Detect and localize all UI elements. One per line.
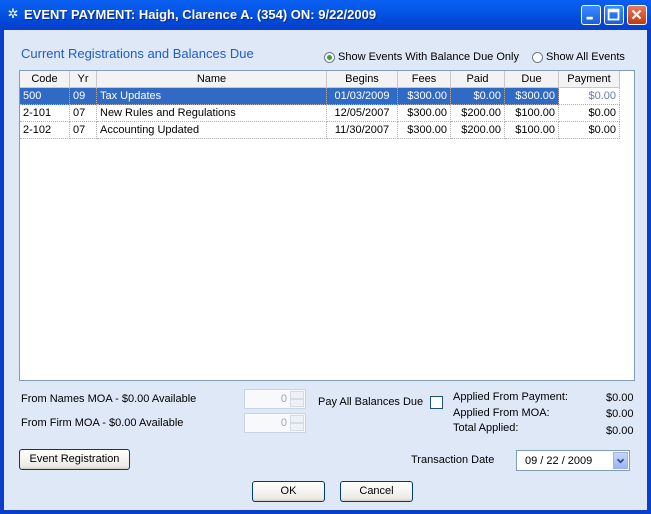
maximize-icon [607,8,620,21]
cell-paid: $0.00 [450,87,505,105]
col-header-due[interactable]: Due [504,71,559,88]
cell-name: Accounting Updated [96,121,327,139]
names-moa-label: From Names MOA - $0.00 Available [21,393,197,405]
firm-moa-label: From Firm MOA - $0.00 Available [21,417,184,429]
col-header-begins[interactable]: Begins [326,71,398,88]
cell-begins: 11/30/2007 [326,121,398,139]
registrations-table: Code Yr Name Begins Fees Paid Due Paymen… [20,71,620,139]
cell-name: Tax Updates [96,87,327,105]
col-header-name[interactable]: Name [96,71,327,88]
applied-from-payment-label: Applied From Payment: [453,391,568,403]
col-header-paid[interactable]: Paid [450,71,505,88]
cell-code: 2-101 [20,104,70,122]
cell-due: $100.00 [504,121,559,139]
event-payment-window: ✲ EVENT PAYMENT: Haigh, Clarence A. (354… [0,0,651,514]
cell-payment-input[interactable]: $0.00 [558,121,620,139]
cell-payment-input[interactable]: $0.00 [558,87,620,105]
col-header-payment[interactable]: Payment [558,71,620,88]
event-registration-button[interactable]: Event Registration [19,449,130,470]
window-title: EVENT PAYMENT: Haigh, Clarence A. (354) … [24,7,377,22]
radio-selected-icon [324,51,335,63]
transaction-date-picker[interactable]: 09 / 22 / 2009 [516,450,630,471]
cell-yr: 09 [69,87,97,105]
applied-from-moa-value: $0.00 [606,408,634,420]
grid-header-row: Code Yr Name Begins Fees Paid Due Paymen… [20,71,620,88]
title-bar[interactable]: ✲ EVENT PAYMENT: Haigh, Clarence A. (354… [0,0,651,30]
chevron-down-icon [616,458,625,464]
transaction-date-value: 09 / 22 / 2009 [525,455,593,467]
firm-moa-value: 0 [280,417,287,429]
radio-unselected-icon [532,51,543,63]
cell-name: New Rules and Regulations [96,104,327,122]
ok-button[interactable]: OK [252,481,325,502]
cell-paid: $200.00 [450,104,505,122]
all-events-radio-label: Show All Events [546,51,625,63]
all-events-radio[interactable]: Show All Events [532,51,625,63]
balance-due-radio[interactable]: Show Events With Balance Due Only [324,51,519,63]
cell-begins: 01/03/2009 [326,87,398,105]
dropdown-button[interactable] [613,452,628,469]
dialog-body: Current Registrations and Balances Due S… [4,30,647,510]
names-moa-stepper[interactable]: 0 [244,389,306,409]
cell-yr: 07 [69,104,97,122]
cell-fees: $300.00 [397,104,451,122]
section-title: Current Registrations and Balances Due [21,46,254,61]
cell-yr: 07 [69,121,97,139]
cell-code: 500 [20,87,70,105]
spin-up-icon[interactable] [290,415,304,423]
table-row[interactable]: 2-102 07 Accounting Updated 11/30/2007 $… [20,121,620,139]
applied-from-payment-value: $0.00 [606,392,634,404]
registrations-grid[interactable]: Code Yr Name Begins Fees Paid Due Paymen… [19,70,635,381]
applied-from-moa-label: Applied From MOA: [453,407,550,419]
spin-down-icon[interactable] [290,423,304,431]
col-header-fees[interactable]: Fees [397,71,451,88]
cell-paid: $200.00 [450,121,505,139]
gear-icon: ✲ [7,6,19,21]
cell-begins: 12/05/2007 [326,104,398,122]
cell-payment-input[interactable]: $0.00 [558,104,620,122]
window-frame-bottom [0,510,651,514]
cancel-button[interactable]: Cancel [340,481,413,502]
total-applied-value: $0.00 [606,425,634,437]
cell-due: $300.00 [504,87,559,105]
minimize-button[interactable] [581,5,601,25]
cell-fees: $300.00 [397,87,451,105]
pay-all-label: Pay All Balances Due [318,396,424,408]
pay-all-checkbox[interactable] [430,396,443,409]
close-button[interactable] [627,5,647,25]
table-row[interactable]: 500 09 Tax Updates 01/03/2009 $300.00 $0… [20,87,620,105]
spin-down-icon[interactable] [290,399,304,407]
cell-code: 2-102 [20,121,70,139]
transaction-date-label: Transaction Date [411,454,495,466]
balance-due-radio-label: Show Events With Balance Due Only [338,51,519,63]
firm-moa-stepper[interactable]: 0 [244,413,306,433]
spin-up-icon[interactable] [290,391,304,399]
total-applied-label: Total Applied: [453,422,519,434]
col-header-yr[interactable]: Yr [69,71,97,88]
maximize-button[interactable] [604,5,624,25]
table-row[interactable]: 2-101 07 New Rules and Regulations 12/05… [20,104,620,122]
col-header-code[interactable]: Code [20,71,70,88]
minimize-icon [586,16,593,20]
cell-fees: $300.00 [397,121,451,139]
close-icon [631,9,642,20]
names-moa-value: 0 [280,393,287,405]
cell-due: $100.00 [504,104,559,122]
